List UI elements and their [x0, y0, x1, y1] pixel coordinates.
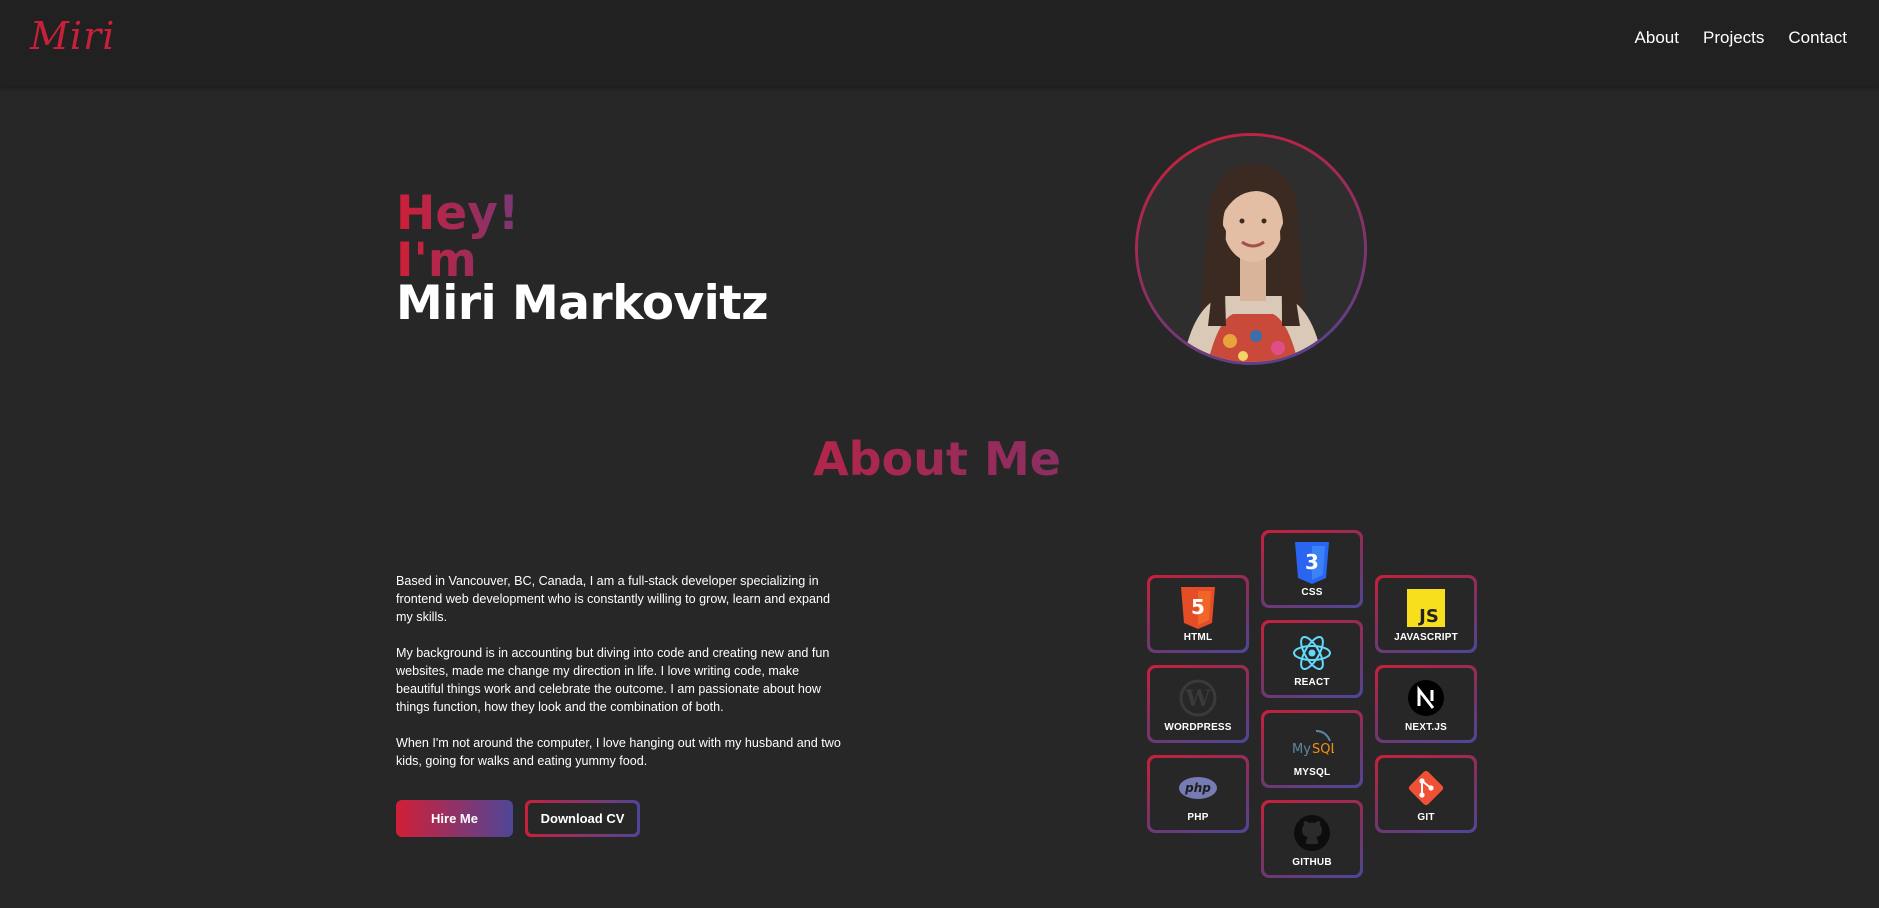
about-paragraph: Based in Vancouver, BC, Canada, I am a f… [396, 574, 831, 624]
about-section-title: About Me [0, 432, 1874, 486]
skill-label: REACT [1294, 676, 1330, 688]
hire-me-button[interactable]: Hire Me [396, 800, 513, 837]
svg-text:JS: JS [1417, 606, 1439, 627]
skill-label: NEXT.JS [1405, 721, 1447, 733]
svg-text:SQL: SQL [1312, 742, 1334, 757]
skill-card-php: php PHP [1147, 755, 1249, 833]
skill-label: PHP [1187, 811, 1209, 823]
skill-card-nextjs: NEXT.JS [1375, 665, 1477, 743]
skill-card-mysql: MySQL MYSQL [1261, 710, 1363, 788]
nav-about-link[interactable]: About [1635, 28, 1679, 48]
main-nav: About Projects Contact [1635, 28, 1847, 48]
javascript-icon: JS [1404, 586, 1448, 630]
hero-name: Miri Markovitz [396, 276, 769, 331]
wordpress-icon: W [1176, 676, 1220, 720]
skill-label: GIT [1417, 811, 1435, 823]
profile-photo [1138, 136, 1364, 362]
about-title-text: About Me [813, 432, 1061, 486]
svg-text:php: php [1184, 781, 1211, 795]
skill-label: HTML [1183, 631, 1213, 643]
git-icon [1404, 766, 1448, 810]
profile-photo-frame [1135, 133, 1367, 365]
site-header: Miri About Projects Contact [0, 0, 1879, 86]
react-icon [1290, 631, 1334, 675]
skill-card-css: 3 CSS [1261, 530, 1363, 608]
download-cv-label: Download CV [528, 803, 637, 834]
nav-contact-link[interactable]: Contact [1788, 28, 1847, 48]
skill-label: GITHUB [1292, 856, 1332, 868]
skill-label: JAVASCRIPT [1394, 631, 1458, 643]
about-paragraph: My background is in accounting but divin… [396, 646, 830, 714]
skill-card-react: REACT [1261, 620, 1363, 698]
skill-label: WORDPRESS [1164, 721, 1232, 733]
hero-greeting: Hey! I'm [396, 190, 572, 284]
skill-label: MYSQL [1293, 766, 1331, 778]
css3-icon: 3 [1290, 541, 1334, 585]
nextjs-icon [1404, 676, 1448, 720]
logo[interactable]: Miri [30, 14, 115, 58]
svg-text:5: 5 [1191, 595, 1205, 619]
github-icon [1290, 811, 1334, 855]
svg-text:W: W [1185, 686, 1211, 712]
skill-card-javascript: JS JAVASCRIPT [1375, 575, 1477, 653]
html5-icon: 5 [1176, 586, 1220, 630]
php-icon: php [1176, 766, 1220, 810]
skill-label: CSS [1301, 586, 1323, 598]
mysql-icon: MySQL [1290, 721, 1334, 765]
svg-text:My: My [1292, 742, 1311, 757]
download-cv-button[interactable]: Download CV [525, 800, 640, 837]
nav-projects-link[interactable]: Projects [1703, 28, 1764, 48]
hero-heading: Hey! I'm Miri Markovitz [396, 190, 769, 331]
about-description: Based in Vancouver, BC, Canada, I am a f… [396, 572, 841, 788]
svg-text:3: 3 [1305, 550, 1319, 574]
about-paragraph: When I'm not around the computer, I love… [396, 736, 841, 768]
skill-card-git: GIT [1375, 755, 1477, 833]
skill-card-wordpress: W WORDPRESS [1147, 665, 1249, 743]
skill-card-html: 5 HTML [1147, 575, 1249, 653]
skill-card-github: GITHUB [1261, 800, 1363, 878]
